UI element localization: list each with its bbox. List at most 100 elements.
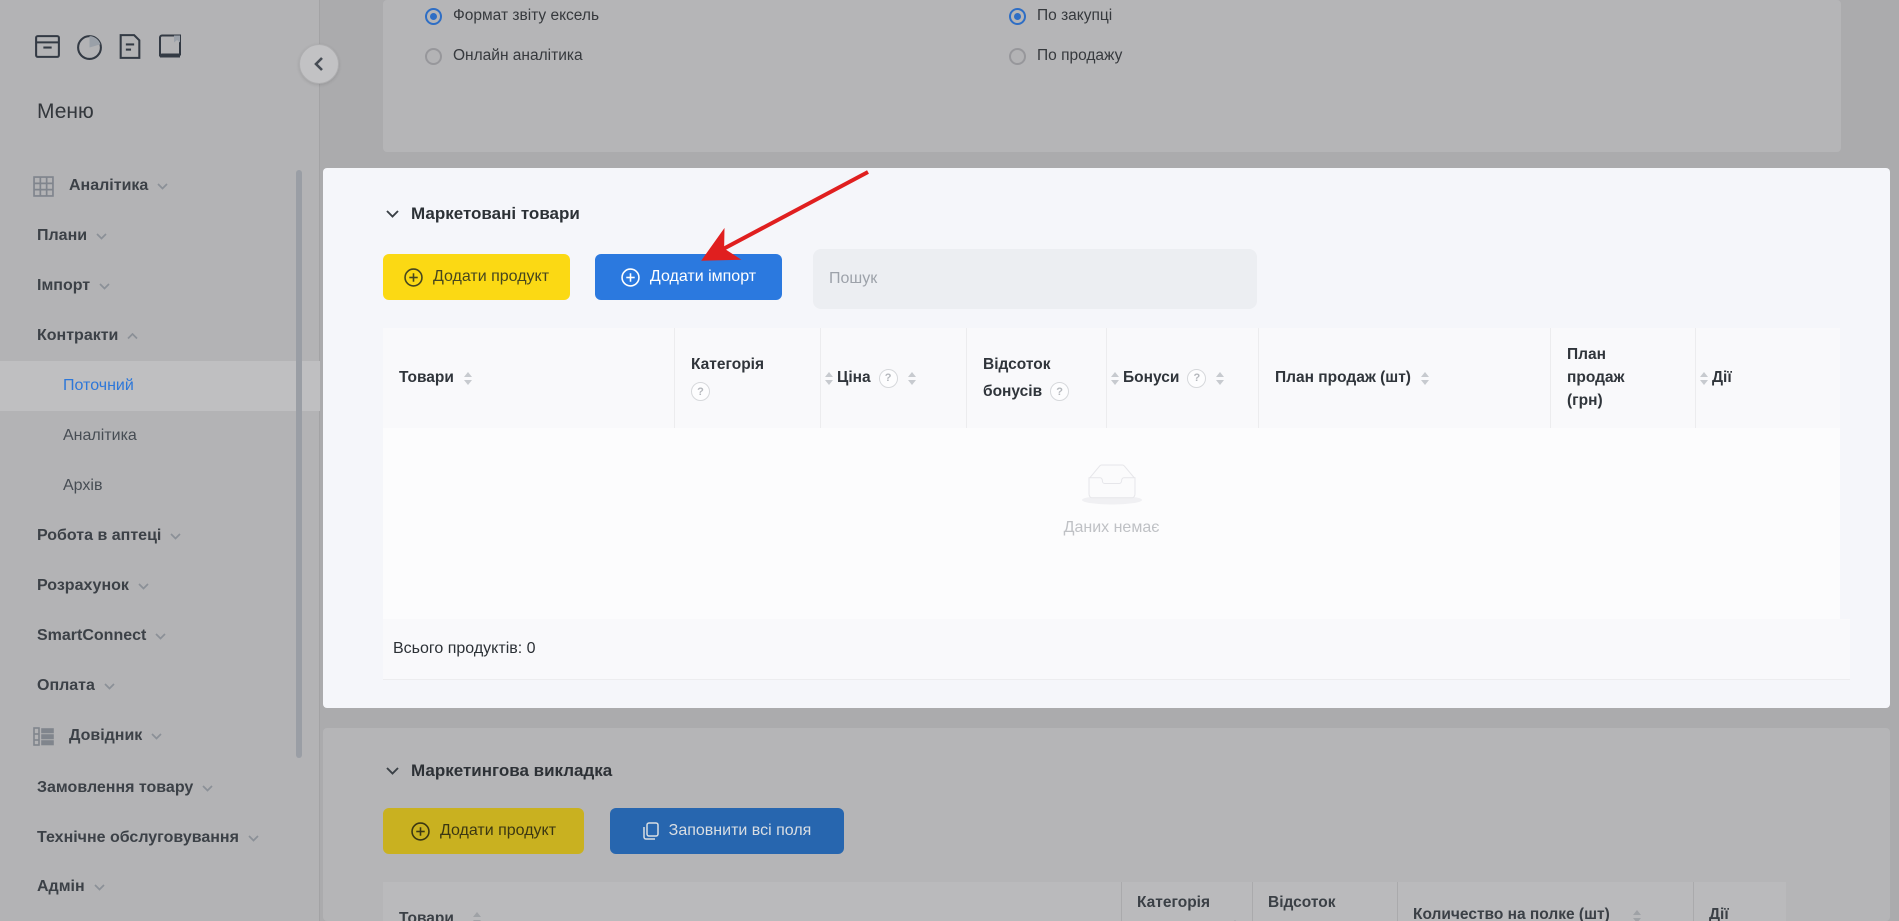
- button-label: Додати продукт: [440, 822, 556, 840]
- radio-by-sales[interactable]: По продажу: [1009, 47, 1122, 65]
- sidebar-item-label: Аналітика: [63, 427, 137, 445]
- sidebar-item-label: Робота в аптеці: [37, 527, 161, 545]
- copy-icon: [643, 822, 659, 841]
- sidebar-subitem-analytics[interactable]: Аналітика: [0, 411, 320, 461]
- help-icon[interactable]: ?: [1187, 369, 1206, 388]
- list-icon: [33, 727, 54, 746]
- help-icon[interactable]: ?: [1050, 382, 1069, 401]
- column-header-actions: Дії: [1709, 906, 1729, 921]
- chevron-down-icon: [99, 283, 110, 290]
- chevron-down-icon: [202, 785, 213, 792]
- sort-icon[interactable]: [1421, 372, 1429, 385]
- chevron-down-icon: [94, 884, 105, 891]
- column-header-goods: Товари: [383, 328, 702, 428]
- menu-title: Меню: [37, 100, 94, 124]
- button-label: Заповнити всі поля: [669, 822, 812, 840]
- column-label: Категорія: [1137, 894, 1210, 911]
- marketed-products-section-header[interactable]: Маркетовані товари: [386, 204, 580, 224]
- section-title: Маркетингова викладка: [411, 761, 612, 781]
- sidebar-subitem-current[interactable]: Поточний: [0, 361, 320, 411]
- sort-icon[interactable]: [1633, 910, 1641, 921]
- column-header-category: Категорія: [1137, 894, 1210, 912]
- empty-state-text: Даних немає: [1064, 519, 1160, 537]
- column-label: План продаж (шт): [1275, 369, 1411, 387]
- column-label: Товари: [399, 910, 454, 921]
- empty-state: Даних немає: [383, 464, 1840, 537]
- sidebar-item-directory[interactable]: Довідник: [0, 711, 320, 761]
- book-icon[interactable]: [156, 32, 184, 61]
- sidebar-item-analytics[interactable]: Аналітика: [0, 161, 320, 211]
- sidebar-scrollbar[interactable]: [296, 170, 302, 758]
- sidebar-item-pharmacy-work[interactable]: Робота в аптеці: [0, 511, 320, 561]
- radio-unselected-icon[interactable]: [425, 48, 442, 65]
- radio-label: Формат звіту ексель: [453, 7, 599, 25]
- grid-icon: [33, 176, 54, 197]
- chevron-down-icon: [157, 183, 168, 190]
- sidebar-item-smartconnect[interactable]: SmartConnect: [0, 611, 320, 661]
- column-label: бонусів: [983, 382, 1042, 402]
- sidebar: Меню Аналітика Плани Імпорт Контракти По…: [0, 0, 320, 921]
- add-import-button[interactable]: Додати імпорт: [595, 254, 782, 300]
- sidebar-item-maintenance[interactable]: Технічне обслуговування: [0, 813, 320, 863]
- radio-selected-icon[interactable]: [1009, 8, 1026, 25]
- chevron-down-icon: [138, 583, 149, 590]
- sidebar-item-label: Плани: [37, 227, 87, 245]
- radio-by-purchase[interactable]: По закупці: [1009, 7, 1112, 25]
- products-table-header: Товари Категорія ? Ціна ? Відсоток бонус…: [383, 328, 1840, 429]
- sidebar-item-contracts[interactable]: Контракти: [0, 311, 320, 361]
- sidebar-item-calculation[interactable]: Розрахунок: [0, 561, 320, 611]
- chevron-left-icon: [313, 56, 325, 72]
- sidebar-collapse-button[interactable]: [299, 44, 339, 84]
- column-label: Дії: [1712, 369, 1732, 387]
- fill-all-fields-button[interactable]: Заповнити всі поля: [610, 808, 844, 854]
- sidebar-item-label: Адмін: [37, 878, 85, 896]
- column-label: Ціна: [837, 369, 871, 387]
- plus-circle-icon: [404, 268, 423, 287]
- sidebar-app-icons: [33, 32, 184, 61]
- button-label: Додати імпорт: [650, 268, 756, 286]
- sidebar-item-admin[interactable]: Адмін: [0, 862, 320, 912]
- sidebar-item-goods-order[interactable]: Замовлення товару: [0, 763, 320, 813]
- sidebar-item-label: Замовлення товару: [37, 779, 193, 797]
- pie-chart-icon[interactable]: [75, 32, 104, 61]
- search-input[interactable]: [813, 249, 1257, 309]
- column-label: Бонуси: [1123, 369, 1179, 387]
- column-header-sales-plan-qty: План продаж (шт): [1258, 328, 1579, 428]
- sort-icon[interactable]: [473, 912, 481, 921]
- sort-icon[interactable]: [908, 372, 916, 385]
- sidebar-subitem-archive[interactable]: Архів: [0, 461, 320, 511]
- sidebar-item-label: Технічне обслуговування: [37, 829, 239, 847]
- chevron-up-icon: [127, 333, 138, 340]
- sidebar-item-import[interactable]: Імпорт: [0, 261, 320, 311]
- column-label: Товари: [399, 369, 454, 387]
- radio-unselected-icon[interactable]: [1009, 48, 1026, 65]
- chevron-down-icon: [248, 835, 259, 842]
- plus-circle-icon: [411, 822, 430, 841]
- products-table-body: Даних немає: [383, 428, 1840, 619]
- sort-icon[interactable]: [1216, 372, 1224, 385]
- products-total-label: Всього продуктів: 0: [393, 640, 536, 658]
- help-icon[interactable]: ?: [879, 369, 898, 388]
- add-product-button[interactable]: Додати продукт: [383, 254, 570, 300]
- radio-format-excel[interactable]: Формат звіту ексель: [425, 7, 599, 25]
- document-icon[interactable]: [117, 32, 143, 61]
- column-header-percent: Відсоток: [1268, 894, 1335, 912]
- sidebar-item-label: Архів: [63, 477, 102, 495]
- marketing-display-section-header[interactable]: Маркетингова викладка: [386, 761, 612, 781]
- column-label: Количество на полке (шт): [1413, 906, 1610, 921]
- help-icon[interactable]: ?: [691, 382, 710, 401]
- archive-box-icon[interactable]: [33, 32, 62, 61]
- sidebar-item-plans[interactable]: Плани: [0, 211, 320, 261]
- sidebar-item-payment[interactable]: Оплата: [0, 661, 320, 711]
- sort-icon[interactable]: [464, 372, 472, 385]
- sidebar-item-label: Поточний: [63, 377, 134, 395]
- button-label: Додати продукт: [433, 268, 549, 286]
- radio-online-analytics[interactable]: Онлайн аналітика: [425, 47, 583, 65]
- marketed-products-card: Маркетовані товари Додати продукт Додати…: [323, 168, 1890, 708]
- add-product-button-bottom[interactable]: Додати продукт: [383, 808, 584, 854]
- radio-selected-icon[interactable]: [425, 8, 442, 25]
- radio-label: По продажу: [1037, 47, 1122, 65]
- section-title: Маркетовані товари: [411, 204, 580, 224]
- sidebar-item-label: Довідник: [69, 727, 142, 745]
- radio-label: По закупці: [1037, 7, 1112, 25]
